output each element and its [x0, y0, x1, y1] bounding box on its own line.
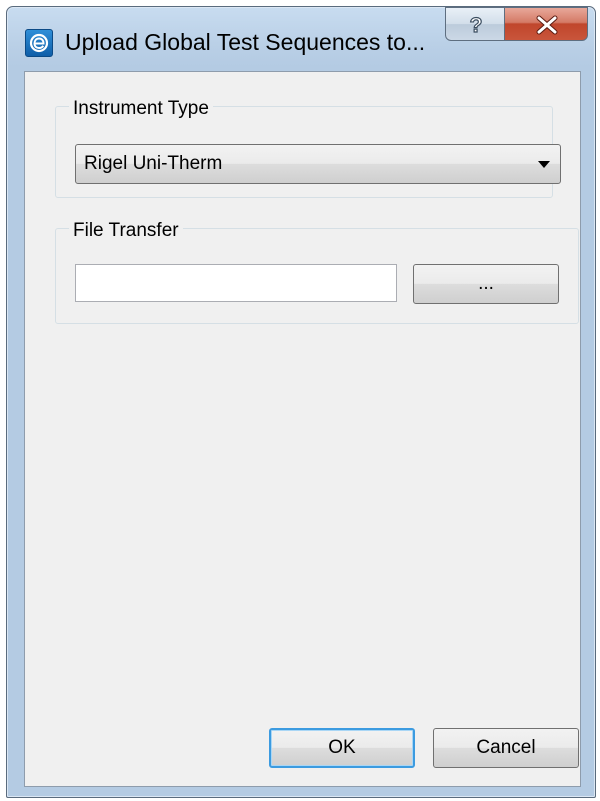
instrument-type-dropdown[interactable]: Rigel Uni-Therm [75, 144, 561, 184]
browse-button[interactable]: ... [413, 264, 559, 304]
file-path-input[interactable] [75, 264, 397, 302]
title-bar[interactable]: Upload Global Test Sequences to... ? [7, 7, 595, 71]
svg-text:?: ? [470, 14, 483, 37]
ok-button[interactable]: OK [269, 728, 415, 768]
help-button[interactable]: ? [445, 7, 505, 41]
instrument-type-selected: Rigel Uni-Therm [84, 153, 223, 174]
cancel-button[interactable]: Cancel [433, 728, 579, 768]
chevron-down-icon [538, 161, 550, 168]
dialog-client-area: Instrument Type Rigel Uni-Therm File Tra… [24, 71, 581, 787]
close-button[interactable] [504, 7, 588, 41]
window-title: Upload Global Test Sequences to... [65, 29, 426, 55]
instrument-type-label: Instrument Type [69, 98, 213, 120]
close-x-icon [536, 15, 558, 35]
help-question-icon: ? [469, 13, 483, 37]
file-transfer-label: File Transfer [69, 220, 183, 242]
app-e-icon [25, 29, 53, 57]
dialog-window: Upload Global Test Sequences to... ? Ins… [6, 6, 596, 798]
